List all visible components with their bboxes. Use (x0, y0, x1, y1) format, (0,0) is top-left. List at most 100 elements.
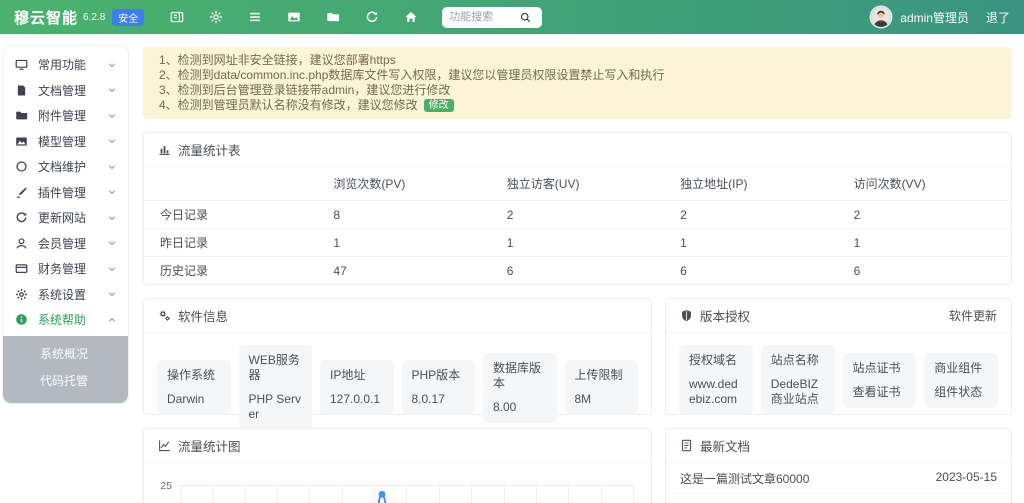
software-update-link[interactable]: 软件更新 (949, 307, 997, 324)
cell-uv: 6 (491, 257, 664, 285)
alert-line: 4、检测到管理员默认名称没有修改，建议您修改修改 (159, 98, 996, 113)
traffic-chart-header: 流量统计图 (144, 429, 651, 463)
sidebar-panel: 常用功能 文档管理 附件管理 模型管理 文档维护 (2, 45, 129, 404)
tile-value: Darwin (167, 392, 221, 407)
sidebar-item-members[interactable]: 会员管理 (3, 231, 128, 257)
navbar-icon-group (170, 10, 418, 24)
info-tile-ip: IP地址127.0.0.1 (320, 360, 394, 415)
sidebar-item-attachments[interactable]: 附件管理 (3, 103, 128, 129)
sidebar-item-settings[interactable]: 系统设置 (3, 282, 128, 308)
plugin-icon (15, 186, 28, 199)
table-row: 历史记录 47 6 6 6 (144, 257, 1011, 285)
search-box[interactable] (442, 7, 542, 28)
latest-docs-header: 最新文档 (666, 429, 1011, 463)
sidebar-item-label: 会员管理 (38, 235, 86, 252)
sidebar-item-label: 常用功能 (38, 56, 86, 73)
chevron-down-icon (108, 163, 116, 171)
col-pv: 浏览次数(PV) (317, 167, 490, 201)
tile-label: 上传限制 (575, 368, 629, 383)
sidebar-item-help[interactable]: 系统帮助 (3, 307, 128, 333)
menu-icon[interactable] (248, 10, 262, 24)
doc-title-link[interactable]: 这是一篇测试文章60000 (680, 470, 809, 487)
gear-icon[interactable] (209, 10, 223, 24)
fix-button[interactable]: 修改 (424, 99, 454, 112)
view-cert-link[interactable]: 查看证书 (853, 385, 907, 400)
user-icon (15, 237, 28, 250)
traffic-table: 浏览次数(PV) 独立访客(UV) 独立地址(IP) 访问次数(VV) 今日记录… (144, 167, 1011, 284)
circle-icon (15, 160, 28, 173)
cell-ip: 2 (664, 201, 837, 229)
monitor-icon (15, 58, 28, 71)
row-label: 今日记录 (144, 201, 317, 229)
folder-icon (15, 109, 28, 122)
submenu-item-system-overview[interactable]: 系统概况 (3, 341, 128, 368)
cell-pv: 47 (317, 257, 490, 285)
search-input[interactable] (449, 11, 519, 23)
chevron-down-icon (108, 137, 116, 145)
navbar-user-area: admin管理员 退了 (871, 7, 1010, 27)
info-tile-db: 数据库版本8.00 (483, 353, 557, 423)
username-label: admin管理员 (900, 9, 969, 26)
security-badge: 安全 (112, 9, 144, 26)
chart-image-icon[interactable] (287, 10, 301, 24)
submenu-item-code-hosting[interactable]: 代码托管 (3, 368, 128, 395)
tile-label: 站点名称 (771, 353, 825, 368)
home-icon[interactable] (404, 10, 418, 24)
card-title: 流量统计图 (178, 436, 241, 455)
refresh-icon[interactable] (365, 10, 379, 24)
table-row: 今日记录 8 2 2 2 (144, 201, 1011, 229)
cell-vv: 2 (838, 201, 1011, 229)
sidebar-item-label: 插件管理 (38, 184, 86, 201)
tile-label: 操作系统 (167, 368, 221, 383)
sidebar-item-plugins[interactable]: 插件管理 (3, 180, 128, 206)
col-empty (144, 167, 317, 201)
table-row: 昨日记录 1 1 1 1 (144, 229, 1011, 257)
traffic-stats-header: 流量统计表 (144, 133, 1011, 167)
tile-label: PHP版本 (412, 368, 466, 383)
chevron-down-icon (108, 61, 116, 69)
cell-pv: 8 (317, 201, 490, 229)
sidebar-item-update-site[interactable]: 更新网站 (3, 205, 128, 231)
tile-value: 8.0.17 (412, 392, 466, 407)
cell-uv: 1 (491, 229, 664, 257)
sidebar-item-documents[interactable]: 文档管理 (3, 78, 128, 104)
latest-docs-card: 最新文档 这是一篇测试文章60000 2023-05-15 这是一篇测试文章59… (665, 428, 1012, 503)
main-content: 1、检测到网址非安全链接，建议您部署https 2、检测到data/common… (131, 34, 1024, 503)
tile-label: 数据库版本 (493, 361, 547, 391)
search-icon[interactable] (519, 11, 532, 24)
image-icon (15, 135, 28, 148)
sidebar-submenu: 系统概况 代码托管 (3, 336, 128, 403)
folder-icon[interactable] (326, 10, 340, 24)
chevron-down-icon (108, 86, 116, 94)
panel-icon[interactable] (170, 10, 184, 24)
info-tile-upload: 上传限制 8M (565, 360, 639, 415)
brand-title: 穆云智能 (14, 7, 78, 28)
license-tile-component: 商业组件组件状态 (924, 353, 998, 408)
sidebar-item-finance[interactable]: 财务管理 (3, 256, 128, 282)
card-icon (15, 262, 28, 275)
sidebar-item-label: 财务管理 (38, 260, 86, 277)
alert-line-text: 4、检测到管理员默认名称没有修改，建议您修改 (159, 98, 418, 112)
avatar[interactable] (871, 7, 891, 27)
cell-uv: 2 (491, 201, 664, 229)
info-tile-os: 操作系统 Darwin (157, 360, 231, 415)
list-item: 这是一篇测试文章59999 2023-05-15 (666, 494, 1011, 503)
tile-label: IP地址 (330, 368, 384, 383)
component-status-link[interactable]: 组件状态 (934, 385, 988, 400)
chevron-up-icon (108, 316, 116, 324)
sidebar-item-label: 文档管理 (38, 82, 86, 99)
sidebar-item-label: 更新网站 (38, 209, 86, 226)
tile-value: www.dedebiz.com (689, 377, 743, 407)
sidebar-item-common[interactable]: 常用功能 (3, 52, 128, 78)
sidebar-item-models[interactable]: 模型管理 (3, 129, 128, 155)
y-tick-25: 25 (160, 480, 172, 492)
logout-button[interactable]: 退了 (986, 9, 1010, 26)
sidebar-item-label: 系统设置 (38, 286, 86, 303)
sidebar-item-label: 模型管理 (38, 133, 86, 150)
tile-value: 8M (575, 392, 629, 407)
card-title: 流量统计表 (178, 140, 241, 159)
refresh-icon (15, 211, 28, 224)
sidebar-item-maintenance[interactable]: 文档维护 (3, 154, 128, 180)
gear-icon (15, 288, 28, 301)
info-icon (15, 313, 28, 326)
